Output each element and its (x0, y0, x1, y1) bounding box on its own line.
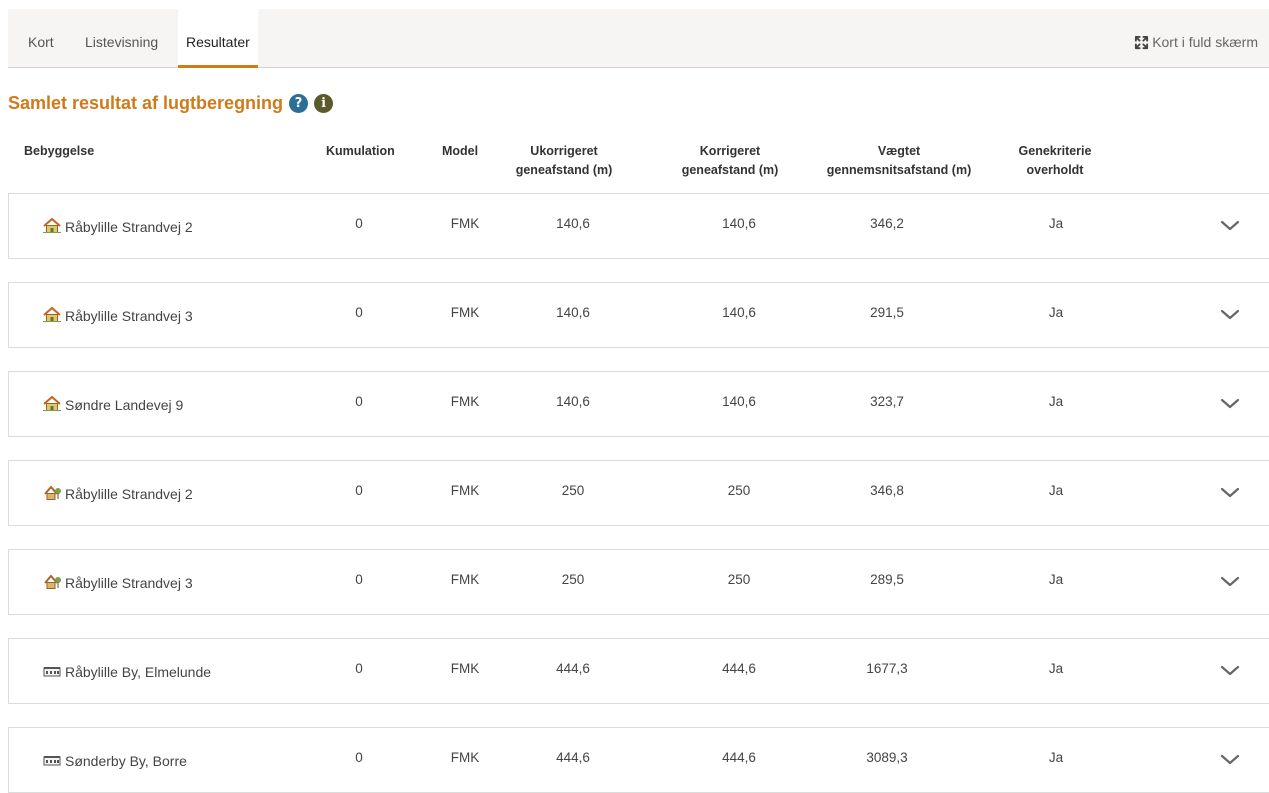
row-overholdt: Ja (1048, 216, 1064, 231)
tab-listevisning[interactable]: Listevisning (85, 9, 158, 67)
town-icon (43, 752, 61, 770)
row-name: Råbylille Strandvej 2 (43, 485, 193, 503)
row-korrigeret: 444,6 (722, 750, 756, 765)
row-name: Råbylille By, Elmelunde (43, 663, 211, 681)
row-korrigeret: 140,6 (722, 305, 756, 320)
single-house-icon (43, 395, 61, 414)
row-ukorrigeret: 250 (561, 483, 585, 498)
result-row[interactable]: Søndre Landevej 9 0 FMK 140,6 140,6 323,… (8, 371, 1269, 437)
chevron-down-icon[interactable] (1220, 754, 1240, 766)
row-korrigeret: 250 (727, 572, 751, 587)
row-ukorrigeret: 250 (561, 572, 585, 587)
header-vaegtet: Vægtet gennemsnitsafstand (m) (826, 144, 972, 177)
result-row[interactable]: Råbylille Strandvej 2 0 FMK 250 250 346,… (8, 460, 1269, 526)
row-korrigeret: 140,6 (722, 394, 756, 409)
row-korrigeret: 444,6 (722, 661, 756, 676)
chevron-down-icon[interactable] (1220, 398, 1240, 410)
fullscreen-label: Kort i fuld skærm (1152, 34, 1258, 50)
result-row[interactable]: Råbylille By, Elmelunde 0 FMK 444,6 444,… (8, 638, 1269, 704)
row-model: FMK (450, 661, 480, 676)
row-kumulation: 0 (355, 305, 363, 320)
row-overholdt: Ja (1048, 661, 1064, 676)
header-bebyggelse: Bebyggelse (24, 144, 95, 158)
single-house-icon (43, 306, 61, 325)
row-kumulation: 0 (355, 394, 363, 409)
row-name: Råbylille Strandvej 2 (43, 217, 193, 236)
chevron-down-icon[interactable] (1220, 487, 1240, 499)
row-kumulation: 0 (355, 572, 363, 587)
help-icon[interactable]: ? (289, 94, 309, 113)
row-korrigeret: 140,6 (722, 216, 756, 231)
row-name: Sønderby By, Borre (43, 752, 187, 770)
row-vaegtet: 323,7 (870, 394, 904, 409)
tab-resultater[interactable]: Resultater (178, 9, 258, 68)
row-ukorrigeret: 140,6 (556, 216, 590, 231)
summer-house-icon (43, 485, 61, 503)
chevron-down-icon[interactable] (1220, 576, 1240, 588)
single-house-icon (43, 217, 61, 236)
row-vaegtet: 3089,3 (866, 750, 908, 765)
row-model: FMK (450, 216, 480, 231)
row-name: Råbylille Strandvej 3 (43, 574, 193, 592)
result-row[interactable]: Sønderby By, Borre 0 FMK 444,6 444,6 308… (8, 727, 1269, 793)
row-kumulation: 0 (355, 750, 363, 765)
expand-icon (1135, 35, 1149, 49)
header-genekriterie: Genekriterie overholdt (1018, 144, 1092, 177)
row-model: FMK (450, 483, 480, 498)
row-ukorrigeret: 444,6 (556, 750, 590, 765)
result-row[interactable]: Råbylille Strandvej 3 0 FMK 140,6 140,6 … (8, 282, 1269, 348)
row-vaegtet: 291,5 (870, 305, 904, 320)
row-model: FMK (450, 572, 480, 587)
header-korrigeret: Korrigeret geneafstand (m) (681, 144, 779, 177)
tab-bar: Kort Listevisning Resultater Kort i fuld… (8, 9, 1269, 68)
info-icon[interactable]: i (314, 94, 334, 113)
header-kumulation: Kumulation (326, 144, 395, 158)
chevron-down-icon[interactable] (1220, 220, 1240, 232)
row-korrigeret: 250 (727, 483, 751, 498)
page-title-text: Samlet resultat af lugtberegning (8, 93, 284, 113)
header-ukorrigeret: Ukorrigeret geneafstand (m) (515, 144, 613, 177)
row-kumulation: 0 (355, 216, 363, 231)
tab-kort[interactable]: Kort (28, 9, 54, 67)
row-vaegtet: 346,8 (870, 483, 904, 498)
row-name: Søndre Landevej 9 (43, 395, 183, 414)
row-overholdt: Ja (1048, 750, 1064, 765)
row-ukorrigeret: 444,6 (556, 661, 590, 676)
chevron-down-icon[interactable] (1220, 309, 1240, 321)
row-kumulation: 0 (355, 483, 363, 498)
row-overholdt: Ja (1048, 394, 1064, 409)
row-model: FMK (450, 305, 480, 320)
row-name: Råbylille Strandvej 3 (43, 306, 193, 325)
chevron-down-icon[interactable] (1220, 665, 1240, 677)
row-vaegtet: 1677,3 (866, 661, 908, 676)
row-ukorrigeret: 140,6 (556, 394, 590, 409)
row-model: FMK (450, 750, 480, 765)
row-overholdt: Ja (1048, 305, 1064, 320)
summer-house-icon (43, 574, 61, 592)
row-vaegtet: 346,2 (870, 216, 904, 231)
row-model: FMK (450, 394, 480, 409)
result-row[interactable]: Råbylille Strandvej 2 0 FMK 140,6 140,6 … (8, 193, 1269, 259)
row-vaegtet: 289,5 (870, 572, 904, 587)
row-ukorrigeret: 140,6 (556, 305, 590, 320)
row-kumulation: 0 (355, 661, 363, 676)
row-overholdt: Ja (1048, 572, 1064, 587)
page-title: Samlet resultat af lugtberegning ? i (8, 93, 334, 114)
town-icon (43, 663, 61, 681)
row-overholdt: Ja (1048, 483, 1064, 498)
fullscreen-button[interactable]: Kort i fuld skærm (1134, 34, 1258, 50)
result-row[interactable]: Råbylille Strandvej 3 0 FMK 250 250 289,… (8, 549, 1269, 615)
header-model: Model (442, 144, 479, 158)
